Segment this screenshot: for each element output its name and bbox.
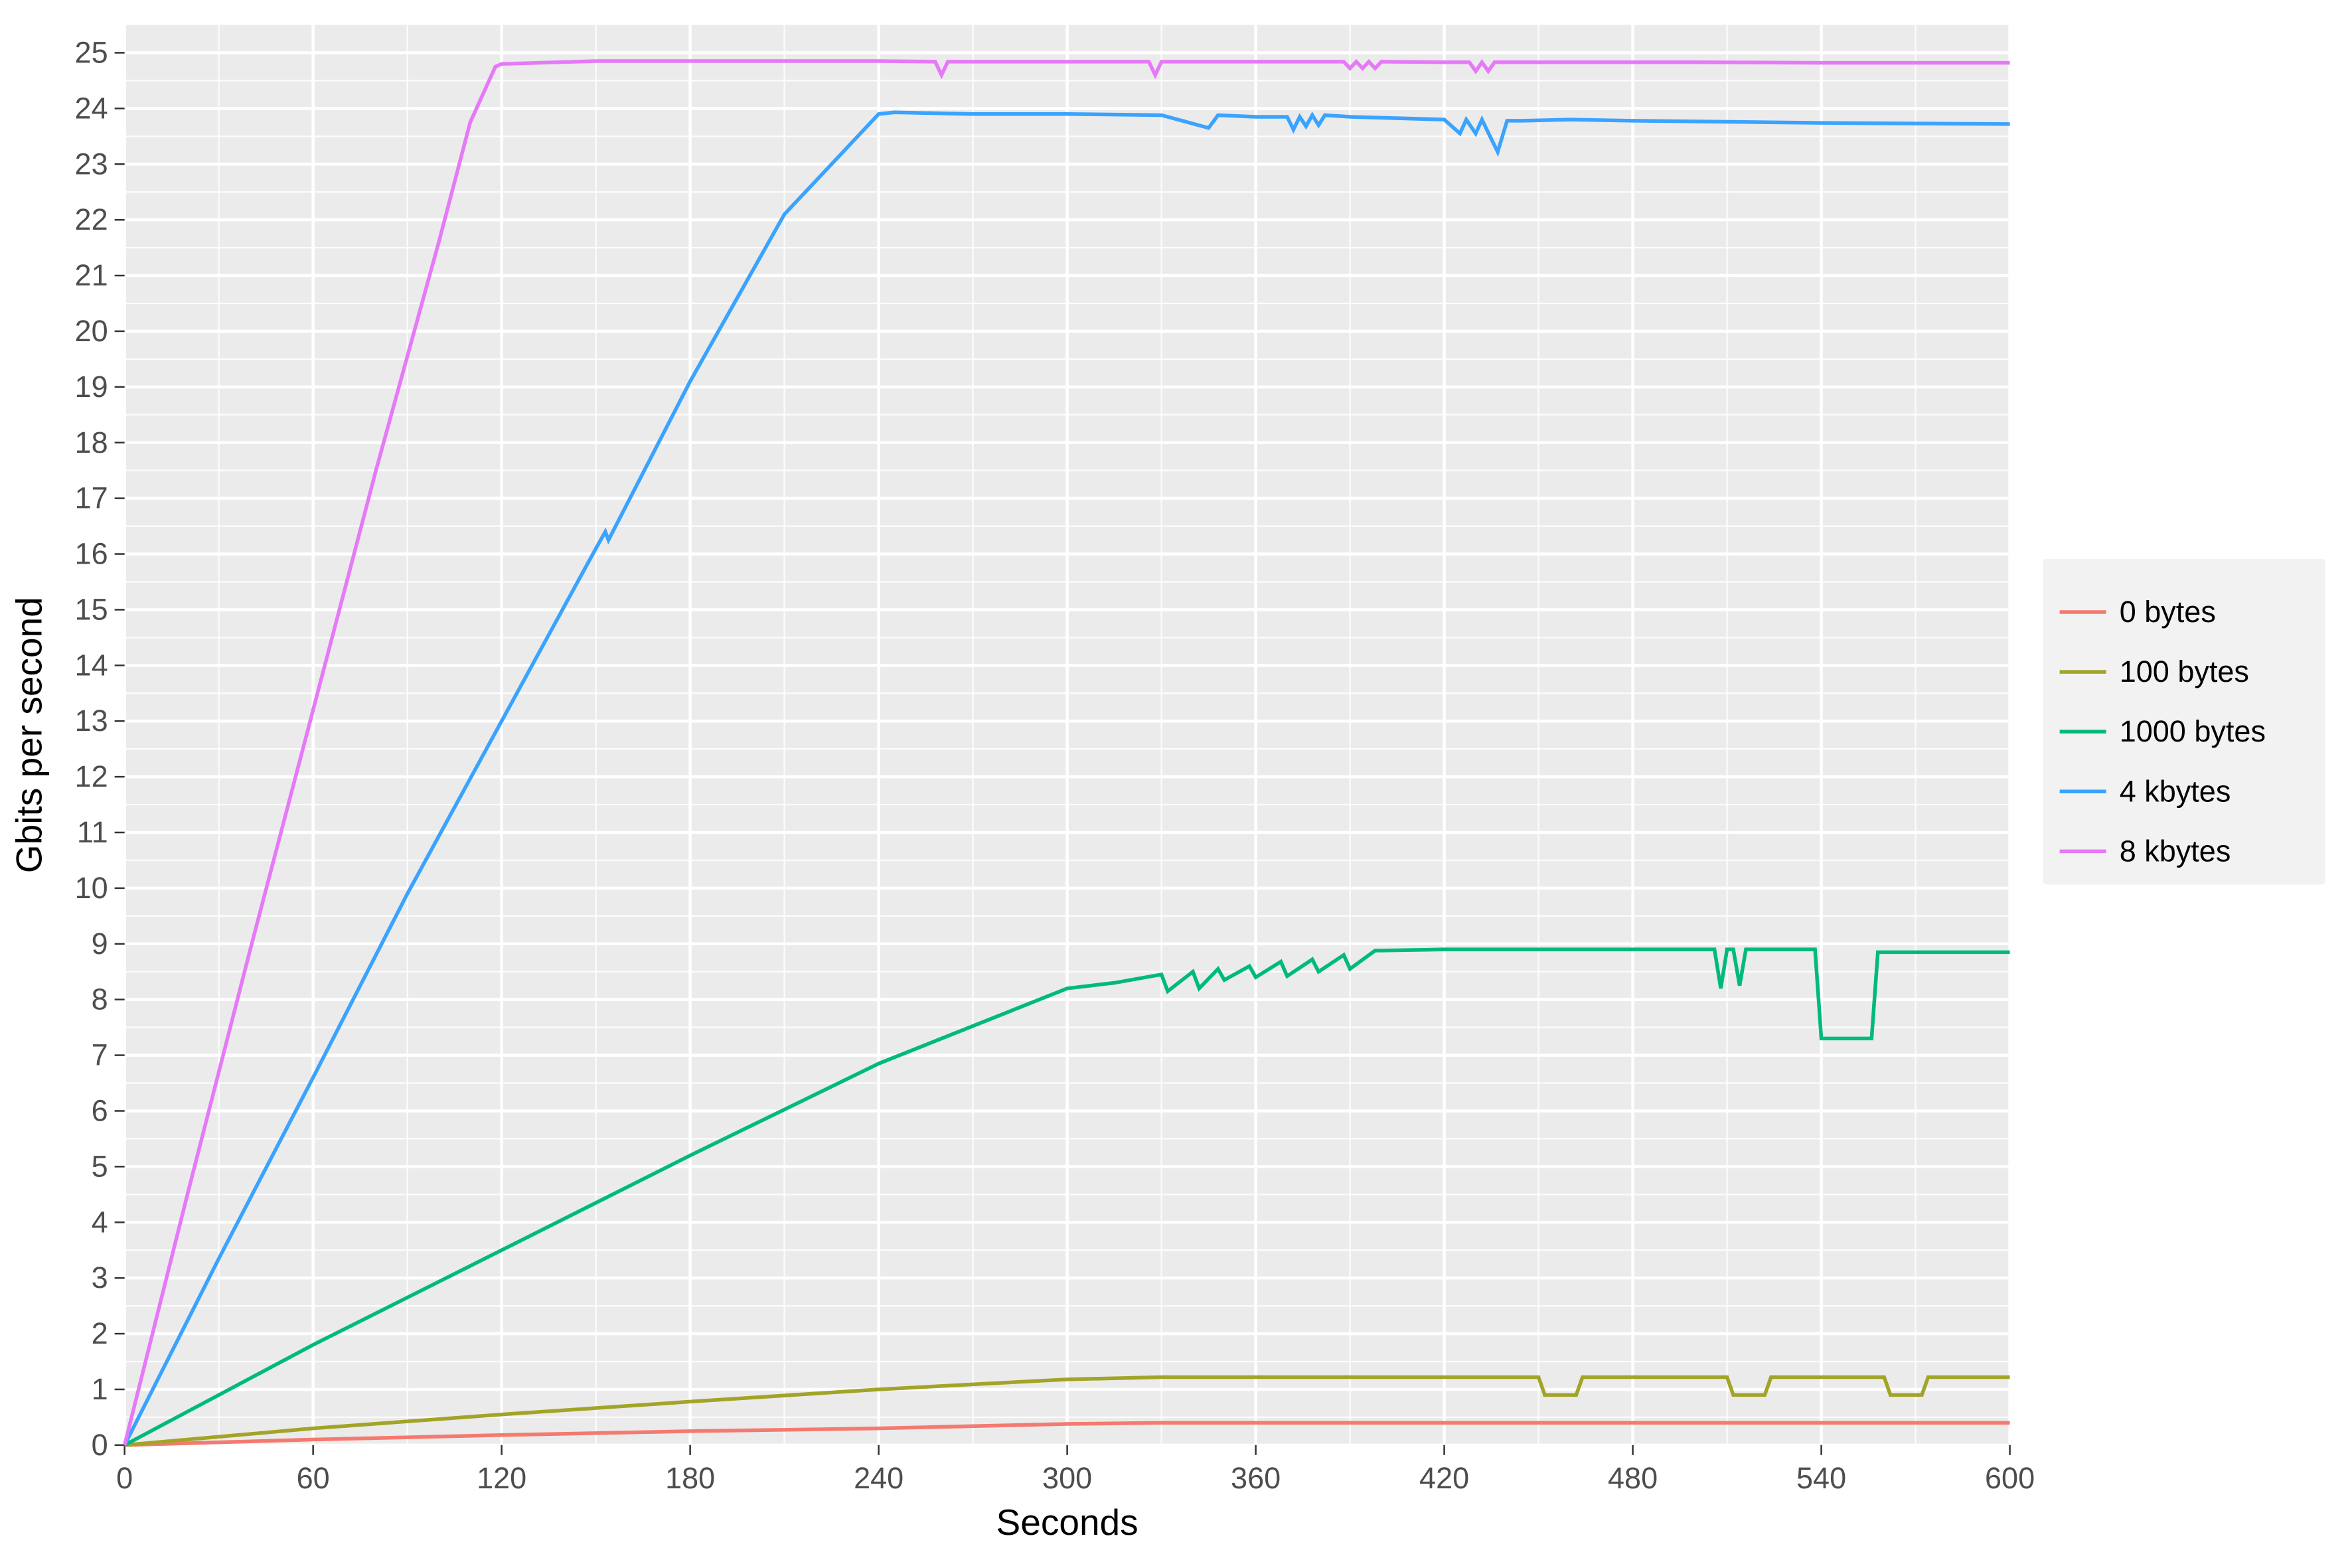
- y-tick-label: 6: [92, 1093, 108, 1127]
- y-tick-label: 5: [92, 1149, 108, 1183]
- y-tick-label: 3: [92, 1261, 108, 1294]
- y-tick-label: 10: [75, 871, 108, 905]
- y-tick-label: 1: [92, 1372, 108, 1406]
- y-tick-label: 15: [75, 592, 108, 626]
- x-tick-label: 300: [1042, 1461, 1092, 1495]
- x-tick-label: 240: [854, 1461, 903, 1495]
- x-tick-label: 60: [297, 1461, 330, 1495]
- line-chart: 060120180240300360420480540600Seconds012…: [0, 0, 2352, 1568]
- y-tick-label: 8: [92, 982, 108, 1016]
- y-tick-label: 13: [75, 704, 108, 738]
- x-tick-label: 480: [1608, 1461, 1658, 1495]
- legend-label: 8 kbytes: [2120, 834, 2231, 868]
- y-tick-label: 4: [92, 1205, 108, 1239]
- y-tick-label: 18: [75, 426, 108, 459]
- y-tick-label: 21: [75, 258, 108, 292]
- y-axis: 0123456789101112131415161718192021222324…: [75, 35, 125, 1461]
- y-tick-label: 22: [75, 202, 108, 236]
- y-tick-label: 24: [75, 91, 108, 125]
- x-tick-label: 120: [477, 1461, 526, 1495]
- gridlines: [125, 25, 2010, 1445]
- x-tick-label: 600: [1985, 1461, 2035, 1495]
- chart-svg: 060120180240300360420480540600Seconds012…: [0, 0, 2352, 1568]
- legend-label: 0 bytes: [2120, 595, 2216, 629]
- y-tick-label: 7: [92, 1038, 108, 1072]
- y-tick-label: 23: [75, 147, 108, 181]
- y-tick-label: 2: [92, 1316, 108, 1350]
- y-tick-label: 11: [77, 815, 108, 849]
- x-tick-label: 540: [1796, 1461, 1846, 1495]
- x-tick-label: 360: [1231, 1461, 1281, 1495]
- legend-label: 100 bytes: [2120, 655, 2249, 688]
- x-axis: 0 60 120 180 240 300 360 420 480 540 600: [116, 1445, 2035, 1495]
- x-tick-label: 420: [1419, 1461, 1469, 1495]
- x-tick-label: 180: [665, 1461, 715, 1495]
- y-tick-label: 20: [75, 314, 108, 348]
- x-axis-label: Seconds: [996, 1502, 1138, 1543]
- y-tick-label: 0: [92, 1428, 108, 1462]
- y-tick-label: 25: [75, 35, 108, 69]
- legend: 0 bytes 100 bytes 1000 bytes 4 kbytes 8 kbyt…: [2043, 559, 2325, 884]
- y-tick-label: 19: [75, 370, 108, 404]
- legend-label: 4 kbytes: [2120, 774, 2231, 808]
- legend-label: 1000 bytes: [2120, 714, 2266, 748]
- y-tick-label: 17: [75, 481, 108, 515]
- y-tick-label: 16: [75, 537, 108, 571]
- y-tick-label: 12: [75, 759, 108, 793]
- y-tick-label: 14: [75, 648, 108, 682]
- x-tick-label: 0: [116, 1461, 133, 1495]
- y-axis-label: Gbits per second: [9, 597, 50, 873]
- y-tick-label: 9: [92, 927, 108, 961]
